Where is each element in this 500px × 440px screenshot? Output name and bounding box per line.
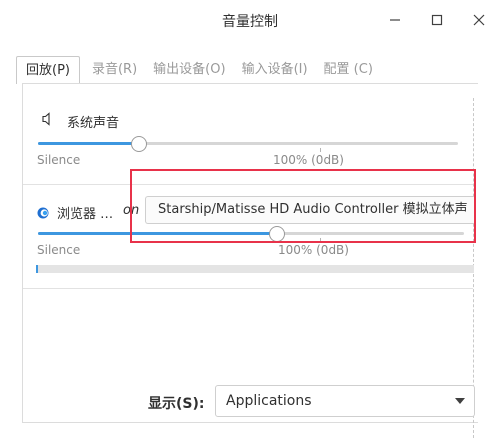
show-filter-value: Applications: [226, 393, 312, 409]
maximize-icon: [431, 14, 443, 26]
tab-bar: 回放(P) 录音(R) 输出设备(O) 输入设备(I) 配置 (C): [16, 56, 383, 84]
browser-stream-silence-label: Silence: [37, 243, 81, 257]
browser-peak-meter: [36, 265, 474, 273]
system-sound-slider[interactable]: [38, 142, 458, 145]
tab-playback[interactable]: 回放(P): [16, 56, 80, 84]
maximize-button[interactable]: [421, 6, 453, 34]
show-filter-combobox[interactable]: Applications: [215, 385, 475, 417]
tab-configuration[interactable]: 配置 (C): [318, 56, 379, 84]
close-button[interactable]: [463, 6, 495, 34]
close-icon: [473, 14, 485, 26]
minimize-button[interactable]: [379, 6, 411, 34]
title-bar: 音量控制: [0, 0, 500, 44]
tab-input-devices[interactable]: 输入设备(I): [236, 56, 314, 84]
browser-icon: [37, 204, 49, 223]
system-sound-ref-label: 100% (0dB): [273, 153, 344, 167]
tab-recording[interactable]: 录音(R): [86, 56, 143, 84]
row-divider: [23, 288, 473, 289]
system-sound-silence-label: Silence: [37, 153, 81, 167]
browser-stream-label: 浏览器 …: [57, 207, 114, 222]
tab-output-devices[interactable]: 输出设备(O): [147, 56, 231, 84]
browser-stream-ref-label: 100% (0dB): [278, 243, 349, 257]
speaker-icon: [42, 111, 54, 130]
playback-panel: [22, 83, 478, 423]
chevron-down-icon: [455, 398, 465, 404]
system-sound-slider-thumb[interactable]: [131, 136, 147, 152]
slider-tick: [320, 148, 321, 152]
highlight-box: [130, 169, 476, 243]
minimize-icon: [390, 19, 400, 21]
system-sound-label: 系统声音: [67, 116, 120, 131]
show-label: 显示(S):: [148, 396, 205, 412]
system-sound-level: [38, 142, 139, 145]
